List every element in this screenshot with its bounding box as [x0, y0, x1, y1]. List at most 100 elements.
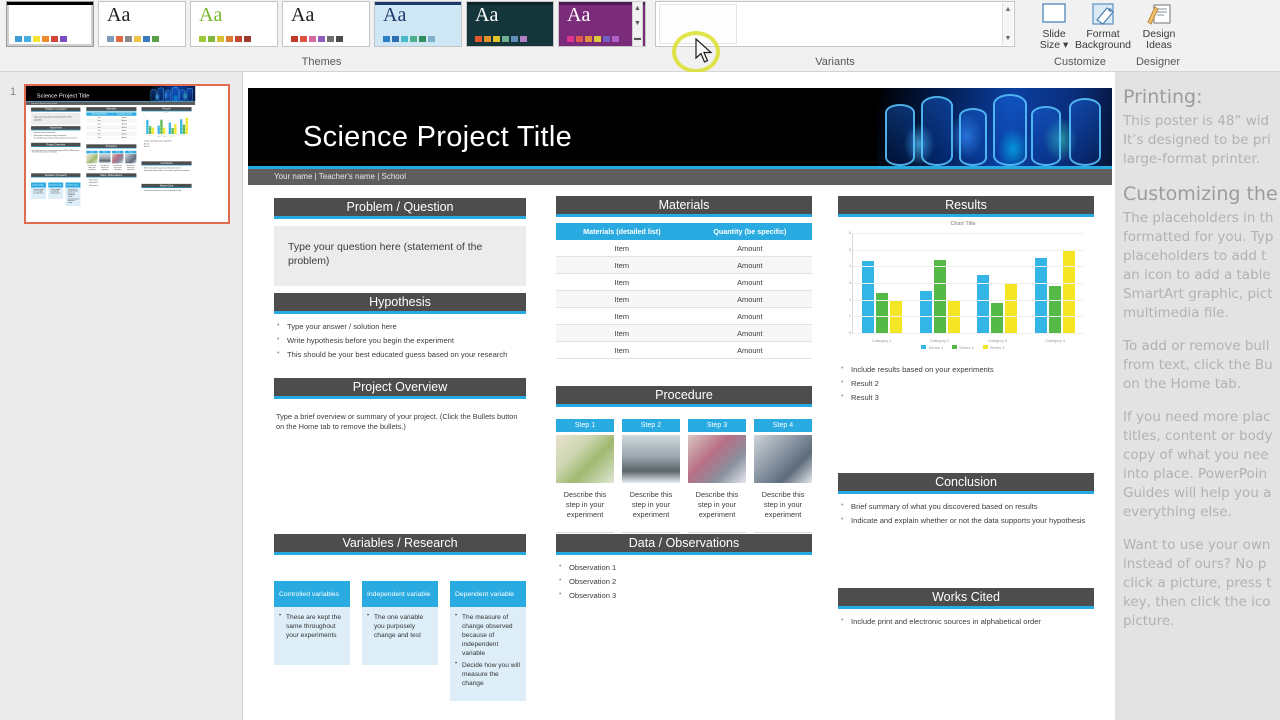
byline-bar[interactable]: Your name | Teacher's name | School: [248, 169, 1112, 185]
hypothesis-bullet-list[interactable]: Type your answer / solution here Write hy…: [274, 320, 526, 360]
table-row[interactable]: Item Amount: [556, 256, 812, 274]
theme-damask-theme[interactable]: Aa: [374, 1, 462, 47]
step-description[interactable]: Describe this step in your experiment: [688, 483, 746, 533]
results-bar-chart[interactable]: Chart Title Category 1 Category 2 Category…: [838, 221, 1088, 356]
title-banner[interactable]: Science Project Title: [248, 88, 1112, 166]
table-cell[interactable]: Amount: [687, 273, 812, 291]
step-description[interactable]: Describe this step in your experiment: [754, 483, 812, 533]
section-works-cited[interactable]: Works Cited Include print and electronic…: [838, 588, 1094, 630]
theme-retrospect-theme[interactable]: Aa: [282, 1, 370, 47]
observations-bullet-list[interactable]: Observation 1 Observation 2 Observation 3: [556, 561, 812, 601]
step-image[interactable]: [622, 435, 680, 483]
table-cell[interactable]: Amount: [687, 307, 812, 325]
table-cell[interactable]: Item: [556, 290, 688, 308]
theme-office-theme[interactable]: [6, 1, 94, 47]
variants-scroll-up-icon[interactable]: ▲: [1003, 3, 1013, 16]
instructions-text-panel[interactable]: Printing: This poster is 48” wid It’s desi…: [1115, 72, 1280, 720]
project-overview-text[interactable]: Type a brief overview or summary of your…: [274, 406, 526, 438]
table-cell[interactable]: Item: [556, 307, 688, 325]
procedure-steps[interactable]: Step 1 Describe this step in your experim…: [556, 419, 812, 533]
step-description[interactable]: Describe this step in your experiment: [556, 483, 614, 533]
materials-table[interactable]: Materials (detailed list) Quantity (be sp…: [556, 223, 812, 359]
slide-thumbnail-pane[interactable]: 1 Science Project Title Your name | Teac…: [0, 72, 243, 720]
theme-facet-theme[interactable]: Aa: [98, 1, 186, 47]
table-cell[interactable]: Amount: [687, 290, 812, 308]
slide-thumbnail-1[interactable]: Science Project Title Your name | Teache…: [24, 84, 230, 224]
section-problem-question[interactable]: Problem / Question Type your question he…: [274, 198, 526, 286]
section-procedure[interactable]: Procedure Step 1 Describe this step in yo…: [556, 386, 812, 533]
variable-card-body[interactable]: The one variable you purposely change an…: [362, 607, 438, 665]
chart-gridline: [853, 333, 1084, 334]
procedure-step[interactable]: Step 2 Describe this step in your experim…: [622, 419, 680, 533]
table-cell[interactable]: Item: [556, 341, 688, 359]
variants-scrollbar[interactable]: ▲ ▼: [1002, 3, 1013, 45]
section-project-overview[interactable]: Project Overview Type a brief overview o…: [274, 378, 526, 438]
slide-title[interactable]: Science Project Title: [303, 121, 572, 154]
table-cell[interactable]: Item: [556, 256, 688, 274]
problem-question-text: Type your question here (statement of th…: [31, 113, 81, 125]
works-cited-bullet-list[interactable]: Include print and electronic sources in …: [838, 615, 1094, 627]
variant-thumbnail[interactable]: [659, 4, 737, 44]
chart-title: Chart Title: [950, 221, 976, 227]
step-description[interactable]: Describe this step in your experiment: [622, 483, 680, 533]
notes-paragraph[interactable]: To add or remove bull from text, click th…: [1123, 337, 1280, 394]
results-bullet-list[interactable]: Include results based on your experiment…: [838, 363, 1094, 403]
format-background-button[interactable]: Format Background: [1072, 0, 1134, 52]
variable-card: Independent variableThe one variable you…: [48, 182, 64, 205]
table-cell[interactable]: Amount: [687, 324, 812, 342]
step-image[interactable]: [688, 435, 746, 483]
variable-card[interactable]: Independent variable The one variable you…: [362, 581, 438, 701]
variable-card[interactable]: Dependent variable The measure of change …: [450, 581, 526, 701]
table-row[interactable]: Item Amount: [556, 341, 812, 359]
section-hypothesis[interactable]: Hypothesis Type your answer / solution h…: [274, 293, 526, 363]
table-cell[interactable]: Amount: [687, 240, 812, 257]
step-image[interactable]: [754, 435, 812, 483]
step-image[interactable]: [556, 435, 614, 483]
procedure-step[interactable]: Step 1 Describe this step in your experim…: [556, 419, 614, 533]
theme-ion-theme[interactable]: Aa: [190, 1, 278, 47]
notes-paragraph[interactable]: This poster is 48” wid It’s designed to b…: [1123, 112, 1280, 169]
notes-paragraph[interactable]: Want to use your own instead of ours? No …: [1123, 536, 1280, 631]
table-row[interactable]: Item Amount: [556, 273, 812, 291]
procedure-step[interactable]: Step 3 Describe this step in your experim…: [688, 419, 746, 533]
variants-scroll-down-icon[interactable]: ▼: [1003, 32, 1013, 45]
table-row[interactable]: Item Amount: [556, 307, 812, 325]
variables-card-group[interactable]: Controlled variables These are kept the s…: [274, 581, 526, 701]
section-materials[interactable]: Materials Materials (detailed list) Quant…: [556, 196, 812, 359]
themes-scroll-down-icon[interactable]: ▼: [633, 17, 642, 31]
chart-y-tick-label: 3: [848, 280, 851, 285]
table-cell[interactable]: Amount: [687, 256, 812, 274]
conclusion-bullet-list[interactable]: Brief summary of what you discovered bas…: [838, 500, 1094, 526]
table-cell[interactable]: Amount: [687, 341, 812, 359]
themes-gallery-scrollbar[interactable]: ▲ ▼ ▬: [632, 1, 643, 47]
step-image: [125, 153, 137, 164]
notes-paragraph[interactable]: If you need more plac titles, content or …: [1123, 408, 1280, 522]
table-cell[interactable]: Item: [556, 324, 688, 342]
project-overview-text: Type a brief overview or summary of your…: [31, 149, 79, 154]
chart-bar: [1035, 258, 1048, 333]
table-cell[interactable]: Item: [556, 273, 688, 291]
procedure-step[interactable]: Step 4 Describe this step in your experim…: [754, 419, 812, 533]
materials-table-body[interactable]: Item Amount Item Amount Item Amount Item Amount…: [556, 240, 812, 359]
problem-question-text[interactable]: Type your question here (statement of th…: [274, 226, 526, 286]
notes-paragraph[interactable]: The placeholders in th formatted for you.…: [1123, 209, 1280, 323]
section-results[interactable]: Results Chart Title Category 1 Category 2…: [838, 196, 1094, 406]
variable-card-body[interactable]: The measure of change observed because o…: [450, 607, 526, 701]
design-ideas-button[interactable]: Design Ideas: [1133, 0, 1185, 52]
variants-gallery[interactable]: ▲ ▼: [655, 1, 1015, 47]
section-variables-research[interactable]: Variables / Research Controlled variable…: [274, 534, 526, 701]
table-row[interactable]: Item Amount: [556, 324, 812, 342]
variable-card-body[interactable]: These are kept the same throughout your …: [274, 607, 350, 665]
variable-card[interactable]: Controlled variables These are kept the s…: [274, 581, 350, 701]
chart-bar: [919, 291, 932, 333]
theme-topbar: [7, 2, 93, 5]
section-data-observations[interactable]: Data / Observations Observation 1Observa…: [556, 534, 812, 604]
table-row[interactable]: Item Amount: [556, 290, 812, 308]
themes-gallery[interactable]: Aa Aa Aa Aa Aa Aa: [6, 1, 646, 47]
table-row[interactable]: Item Amount: [556, 240, 812, 257]
themes-scroll-up-icon[interactable]: ▲: [633, 2, 642, 16]
themes-more-icon[interactable]: ▬: [633, 32, 642, 46]
table-cell[interactable]: Item: [556, 240, 688, 257]
theme-dividend-theme[interactable]: Aa: [466, 1, 554, 47]
section-conclusion[interactable]: Conclusion Brief summary of what you dis…: [838, 473, 1094, 529]
